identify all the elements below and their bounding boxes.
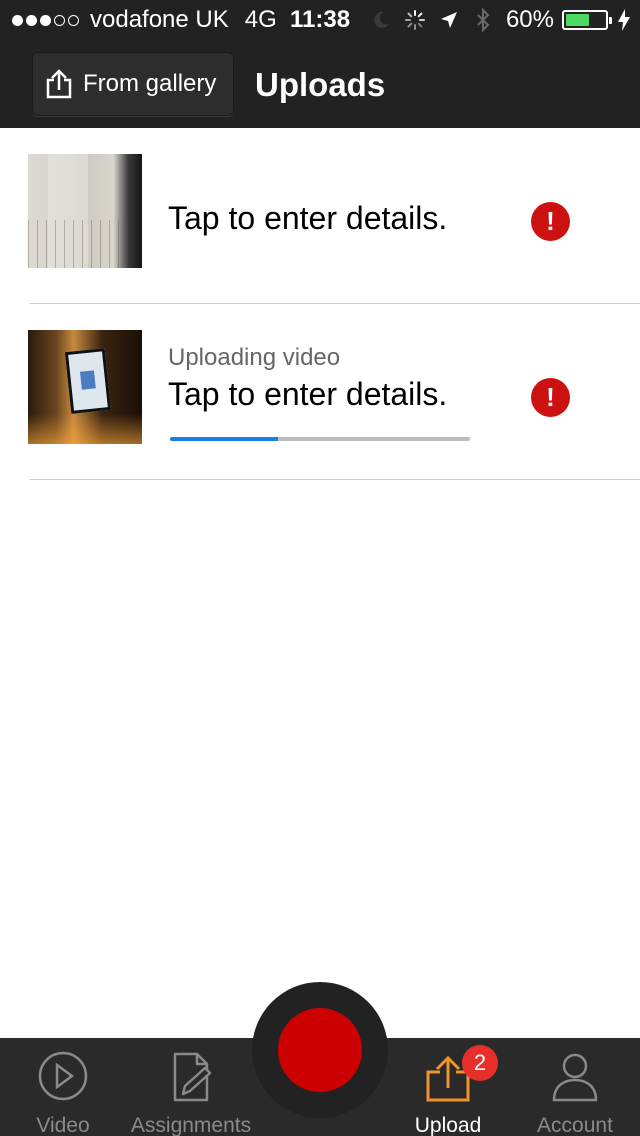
upload-list-item[interactable]: Uploading video Tap to enter details. ! bbox=[0, 304, 640, 480]
tab-label: Video bbox=[36, 1114, 90, 1136]
tab-label: Assignments bbox=[130, 1114, 252, 1136]
tab-label: Account bbox=[537, 1114, 613, 1136]
status-bar: vodafone UK 4G 11:38 60% bbox=[0, 0, 640, 40]
location-arrow-icon bbox=[438, 7, 460, 33]
tab-label: Upload bbox=[414, 1114, 482, 1136]
upload-status-text: Uploading video bbox=[168, 344, 341, 371]
battery-percent: 60% bbox=[505, 6, 554, 33]
error-alert-icon[interactable]: ! bbox=[531, 202, 570, 241]
tab-video[interactable]: Video bbox=[20, 1038, 106, 1136]
status-time: 11:38 bbox=[290, 6, 351, 33]
video-thumbnail bbox=[28, 154, 142, 268]
network-type: 4G bbox=[244, 6, 277, 33]
tab-account[interactable]: Account bbox=[532, 1038, 618, 1136]
tab-assignments[interactable]: Assignments bbox=[130, 1038, 252, 1136]
tap-to-enter-details-text: Tap to enter details. bbox=[168, 376, 448, 412]
upload-count-badge: 2 bbox=[462, 1045, 498, 1081]
upload-list: Tap to enter details. ! Uploading video … bbox=[0, 128, 640, 480]
from-gallery-button[interactable]: From gallery bbox=[32, 52, 234, 116]
moon-icon bbox=[370, 7, 392, 33]
upload-progress-fill bbox=[170, 437, 278, 441]
from-gallery-label: From gallery bbox=[83, 70, 217, 97]
page-title: Uploads bbox=[255, 66, 386, 103]
status-left: vodafone UK 4G bbox=[12, 6, 289, 34]
play-circle-icon bbox=[37, 1050, 89, 1106]
upload-progress-bar bbox=[170, 437, 470, 441]
tap-to-enter-details-text: Tap to enter details. bbox=[168, 200, 448, 236]
document-edit-icon bbox=[165, 1050, 217, 1106]
video-thumbnail bbox=[28, 330, 142, 444]
carrier-name: vodafone UK bbox=[90, 6, 229, 33]
upload-list-item[interactable]: Tap to enter details. ! bbox=[0, 128, 640, 304]
divider bbox=[30, 479, 640, 480]
charging-bolt-icon bbox=[618, 7, 630, 33]
bluetooth-icon bbox=[472, 7, 494, 33]
person-icon bbox=[549, 1050, 601, 1106]
record-button[interactable] bbox=[278, 1008, 362, 1092]
error-alert-icon[interactable]: ! bbox=[531, 378, 570, 417]
activity-spinner-icon bbox=[404, 7, 426, 33]
upload-icon bbox=[45, 68, 73, 100]
battery-icon bbox=[562, 10, 612, 30]
battery-level bbox=[566, 14, 589, 26]
status-right: 60% bbox=[370, 6, 630, 34]
top-bar: vodafone UK 4G 11:38 60% From gallery Up… bbox=[0, 0, 640, 128]
signal-strength-icon bbox=[12, 14, 82, 26]
